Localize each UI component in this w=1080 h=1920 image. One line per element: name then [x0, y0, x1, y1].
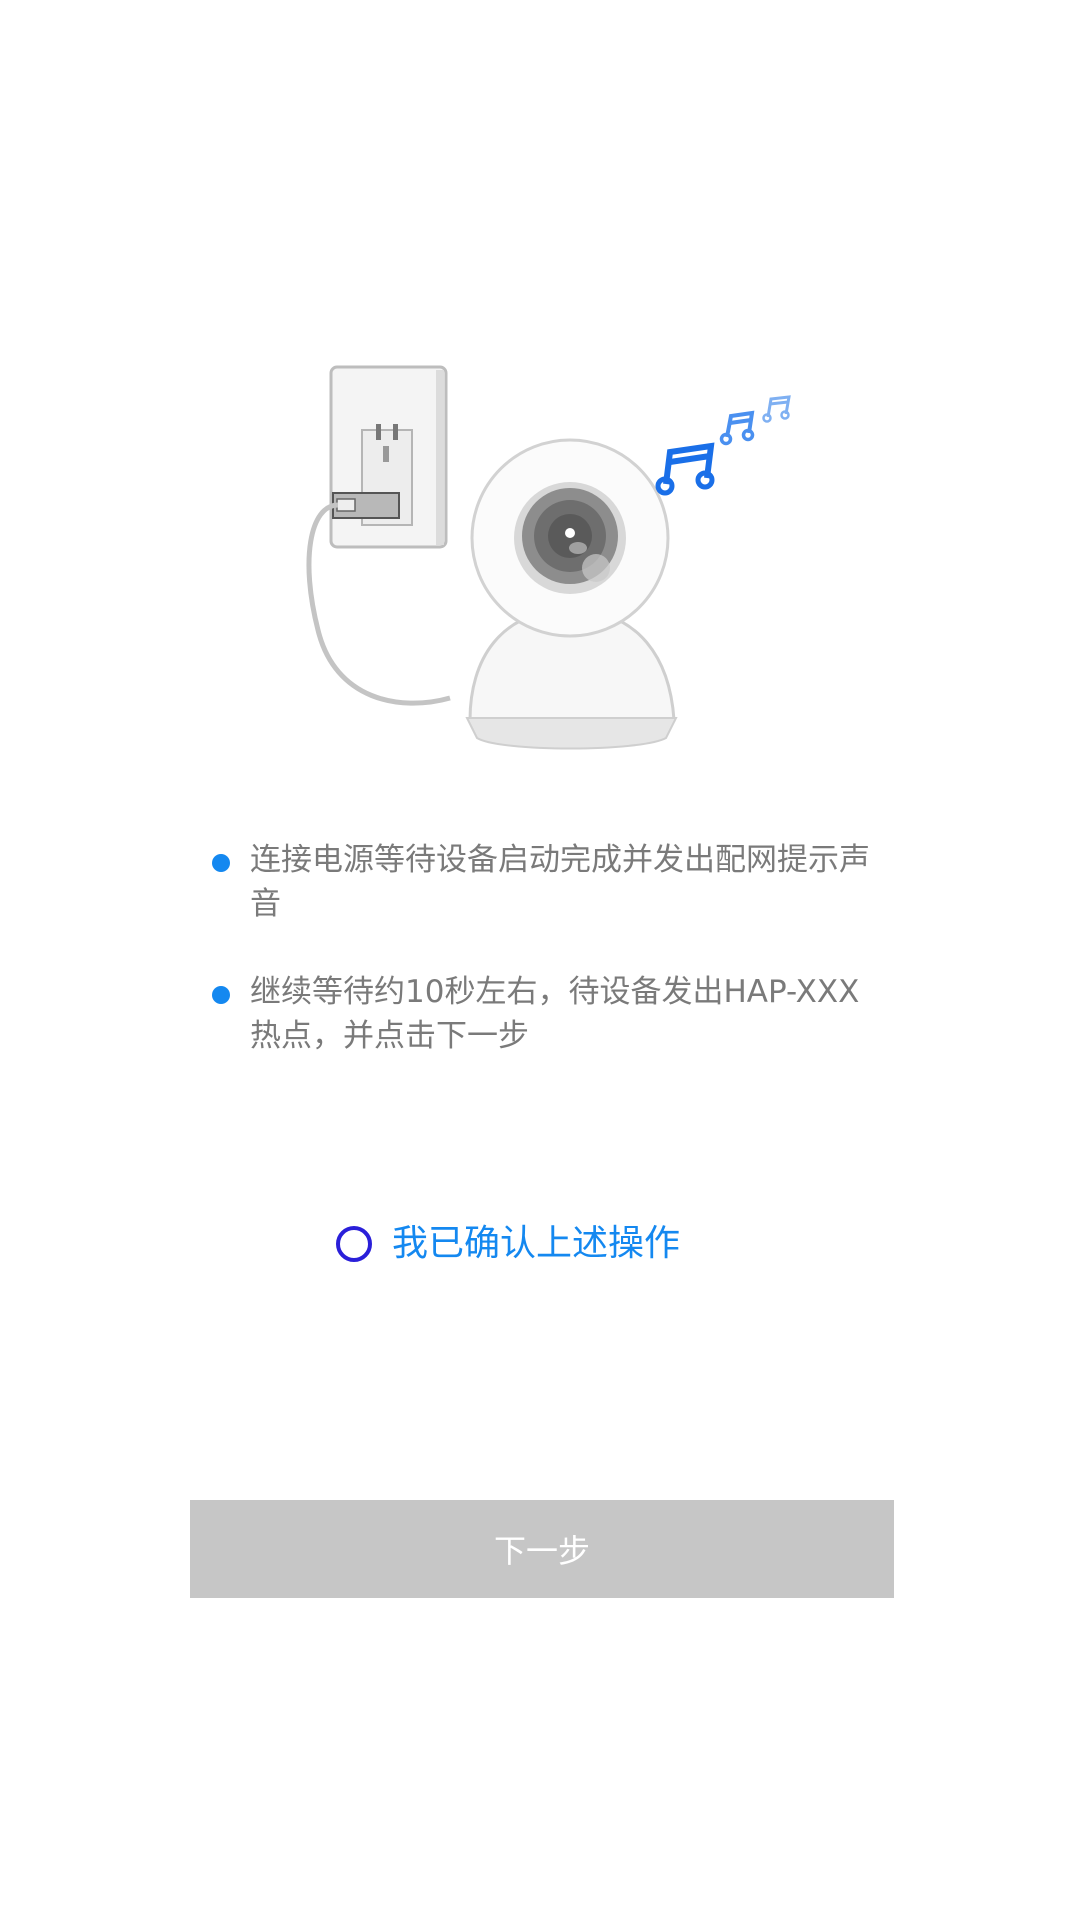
device-setup-page: 连接电源等待设备启动完成并发出配网提示声音 继续等待约10秒左右，待设备发出HA…	[0, 0, 1080, 1920]
confirm-checkbox[interactable]: 我已确认上述操作	[336, 1222, 680, 1266]
camera-icon	[465, 438, 678, 750]
radio-circle-icon[interactable]	[336, 1226, 372, 1262]
wall-outlet-icon	[329, 365, 448, 549]
instruction-list: 连接电源等待设备启动完成并发出配网提示声音 继续等待约10秒左右，待设备发出HA…	[210, 838, 890, 1102]
instruction-text: 继续等待约10秒左右，待设备发出HAP-XXX热点，并点击下一步	[250, 974, 860, 1054]
camera-power-illustration	[306, 365, 791, 750]
bullet-dot-icon	[212, 854, 230, 872]
instruction-text: 连接电源等待设备启动完成并发出配网提示声音	[250, 842, 870, 922]
instruction-step: 连接电源等待设备启动完成并发出配网提示声音	[210, 838, 890, 926]
bullet-dot-icon	[212, 986, 230, 1004]
next-step-button[interactable]: 下一步	[190, 1500, 894, 1598]
confirm-label[interactable]: 我已确认上述操作	[392, 1222, 680, 1266]
music-notes-icon	[655, 395, 791, 496]
instruction-step: 继续等待约10秒左右，待设备发出HAP-XXX热点，并点击下一步	[210, 970, 890, 1058]
